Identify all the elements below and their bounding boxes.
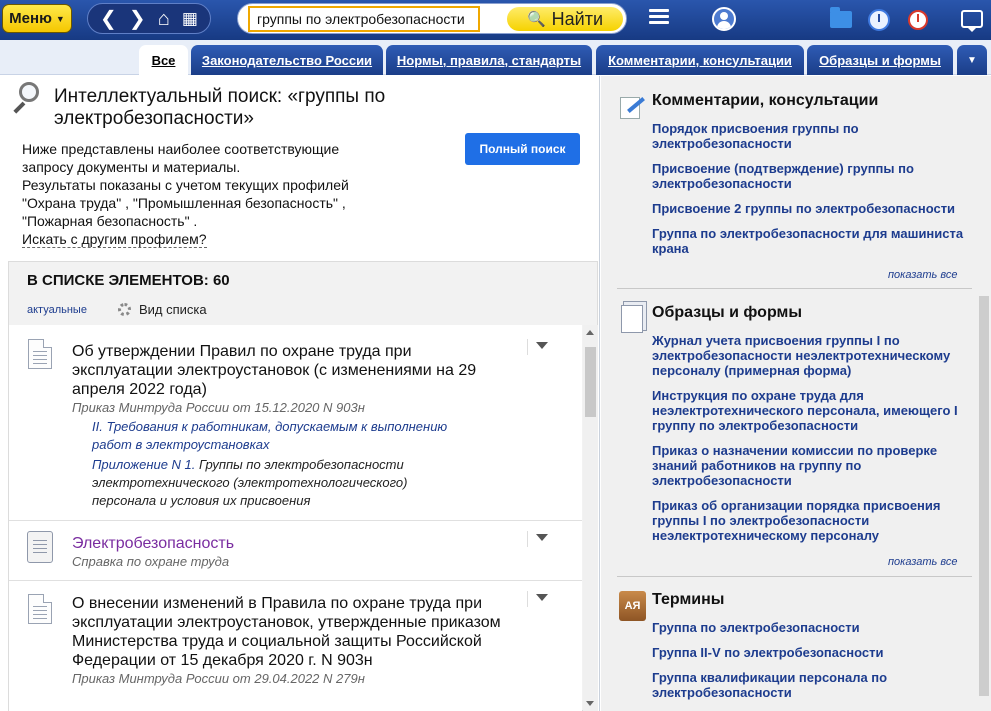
document-icon	[28, 339, 52, 369]
tab-norms[interactable]: Нормы, правила, стандарты	[386, 45, 592, 75]
list-item[interactable]: Об утверждении Правил по охране труда пр…	[9, 325, 582, 521]
sidebar-scrollbar[interactable]	[977, 76, 991, 711]
history-clock-icon[interactable]	[868, 9, 890, 31]
find-button[interactable]: 🔍 Найти	[507, 7, 623, 31]
reference-scroll-icon	[27, 531, 53, 563]
search-area: группы по электробезопасности 🔍 Найти	[237, 3, 627, 34]
stopwatch-icon[interactable]	[908, 10, 928, 30]
back-arrow-icon[interactable]: ❮	[100, 9, 117, 29]
full-search-button[interactable]: Полный поиск	[465, 133, 580, 165]
document-title[interactable]: Электробезопасность	[72, 534, 502, 553]
sidebar-section-title: Образцы и формы	[652, 304, 802, 321]
results-scrollbar[interactable]	[583, 325, 598, 711]
find-label: Найти	[551, 8, 604, 29]
list-item[interactable]: О внесении изменений в Правила по охране…	[9, 581, 582, 711]
intro-line: Результаты показаны с учетом текущих про…	[22, 177, 349, 193]
view-list-button[interactable]: Вид списка	[118, 302, 207, 317]
page-title: Интеллектуальный поиск: «группы по элект…	[54, 86, 386, 129]
tab-bar: Все Законодательство России Нормы, прави…	[0, 40, 991, 75]
tab-forms[interactable]: Образцы и формы	[807, 45, 953, 75]
intro-text: Ниже представлены наиболее соответствующ…	[22, 140, 442, 248]
sidebar-link[interactable]: Группа по электробезопасности	[652, 620, 972, 635]
expand-arrow-icon[interactable]	[527, 339, 561, 355]
tab-legislation[interactable]: Законодательство России	[191, 45, 383, 75]
search-icon: 🔍	[526, 11, 546, 28]
sidebar-link[interactable]: Приказ о назначении комиссии по проверке…	[652, 443, 972, 488]
sidebar-section-title: Комментарии, консультации	[652, 92, 879, 109]
divider	[617, 576, 972, 577]
menu-button[interactable]: Меню ▼	[2, 4, 72, 33]
document-subtitle: Приказ Минтруда России от 15.12.2020 N 9…	[72, 400, 365, 415]
list-header: В СПИСКЕ ЭЛЕМЕНТОВ: 60	[27, 272, 230, 289]
document-subtitle: Приказ Минтруда России от 29.04.2022 N 2…	[72, 671, 365, 686]
menu-caret-icon: ▼	[55, 13, 65, 24]
comments-pen-icon	[618, 95, 645, 121]
sidebar-link[interactable]: Журнал учета присвоения группы I по элек…	[652, 333, 972, 378]
forms-documents-icon	[621, 305, 643, 333]
grid-icon[interactable]: ▦	[182, 10, 198, 27]
menu-label: Меню	[9, 10, 52, 27]
divider	[617, 288, 972, 289]
document-subtitle: Справка по охране труда	[72, 554, 230, 569]
home-icon[interactable]: ⌂	[158, 9, 170, 29]
forward-arrow-icon[interactable]: ❯	[129, 9, 146, 29]
expand-arrow-icon[interactable]	[527, 591, 561, 607]
sidebar-link[interactable]: Приказ об организации порядка присвоения…	[652, 498, 972, 543]
other-profile-link[interactable]: Искать с другим профилем?	[22, 231, 207, 248]
user-avatar-icon[interactable]	[712, 7, 736, 31]
hamburger-menu-icon[interactable]	[649, 9, 669, 25]
sidebar-link[interactable]: Присвоение 2 группы по электробезопаснос…	[652, 201, 972, 216]
dictionary-book-icon: АЯ	[619, 591, 646, 621]
document-list: Об утверждении Правил по охране труда пр…	[9, 325, 582, 711]
fragment-text[interactable]: Приложение N 1. Группы по электробезопас…	[92, 456, 472, 510]
sidebar-section-title: Термины	[652, 591, 725, 608]
folder-icon[interactable]	[830, 7, 852, 28]
show-all-link[interactable]: показать все	[888, 556, 957, 568]
fragment-link[interactable]: II. Требования к работникам, допускаемым…	[92, 418, 472, 454]
actual-filter-link[interactable]: актуальные	[27, 304, 87, 316]
tab-comments[interactable]: Комментарии, консультации	[596, 45, 804, 75]
view-list-label: Вид списка	[139, 302, 207, 317]
intro-line: запросу документы и материалы.	[22, 159, 241, 175]
tabs-more-icon[interactable]: ▼	[957, 45, 987, 75]
list-item[interactable]: Электробезопасность Справка по охране тр…	[9, 521, 582, 581]
sidebar-link[interactable]: Порядок присвоения группы по электробезо…	[652, 121, 972, 151]
intro-line: "Пожарная безопасность" .	[22, 213, 198, 229]
navigation-group: ❮ ❯ ⌂ ▦	[87, 3, 211, 34]
gear-icon	[118, 303, 131, 316]
sidebar-link[interactable]: Присвоение (подтверждение) группы по эле…	[652, 161, 972, 191]
show-all-link[interactable]: показать все	[888, 269, 957, 281]
search-input[interactable]: группы по электробезопасности	[248, 6, 480, 32]
sidebar-link[interactable]: Инструкция по охране труда для неэлектро…	[652, 388, 972, 433]
sidebar-link[interactable]: Группа квалификации персонала по электро…	[652, 670, 972, 700]
tab-all[interactable]: Все	[139, 45, 188, 75]
expand-arrow-icon[interactable]	[527, 531, 561, 547]
document-title[interactable]: О внесении изменений в Правила по охране…	[72, 594, 502, 670]
top-toolbar: Меню ▼ ❮ ❯ ⌂ ▦ группы по электробезопасн…	[0, 0, 991, 40]
document-title[interactable]: Об утверждении Правил по охране труда пр…	[72, 342, 502, 399]
intro-line: "Охрана труда" , "Промышленная безопасно…	[22, 195, 346, 211]
magnifier-icon	[11, 82, 41, 114]
sidebar-link[interactable]: Группа по электробезопасности для машини…	[652, 226, 972, 256]
chat-icon[interactable]	[961, 10, 983, 32]
intro-line: Ниже представлены наиболее соответствующ…	[22, 141, 340, 157]
document-icon	[28, 594, 52, 624]
sidebar-link[interactable]: Группа II-V по электробезопасности	[652, 645, 972, 660]
